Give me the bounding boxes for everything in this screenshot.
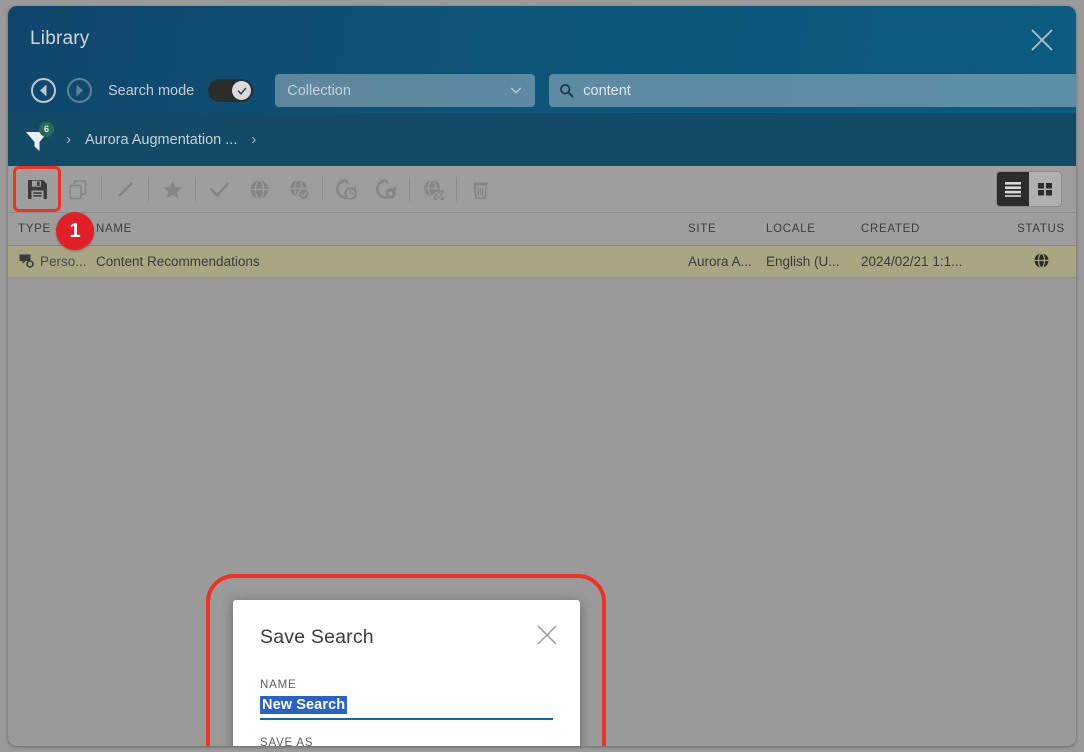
breadcrumb: 6 › Aurora Augmentation ... › xyxy=(8,113,1076,166)
name-input[interactable]: New Search xyxy=(260,696,553,720)
toolbar-divider xyxy=(148,177,149,201)
globe-published-icon xyxy=(1033,252,1050,272)
collection-select-value: Collection xyxy=(287,83,509,99)
toolbar-divider xyxy=(101,177,102,201)
search-mode-toggle[interactable] xyxy=(208,79,253,102)
collection-select[interactable]: Collection xyxy=(275,74,535,107)
table-row[interactable]: Perso... Content Recommendations Aurora … xyxy=(8,246,1076,278)
edit-toolbar-button[interactable] xyxy=(105,171,145,207)
personalization-item-icon xyxy=(18,252,34,271)
save-search-dialog: Save Search NAME New Search SAVE AS Sear… xyxy=(233,600,580,746)
arrow-right-circle-icon[interactable] xyxy=(66,77,93,104)
chevron-down-icon xyxy=(509,82,523,100)
action-toolbar xyxy=(8,166,1076,213)
copy-toolbar-button[interactable] xyxy=(58,171,98,207)
list-view-icon[interactable] xyxy=(997,172,1029,206)
row-type-cell: Perso... xyxy=(8,252,96,271)
search-field[interactable] xyxy=(549,74,1076,107)
favorite-toolbar-button[interactable] xyxy=(152,171,192,207)
column-header-locale: LOCALE xyxy=(766,223,861,235)
toolbar-divider xyxy=(195,177,196,201)
breadcrumb-item-site[interactable]: Aurora Augmentation ... xyxy=(85,132,237,148)
search-input[interactable] xyxy=(583,83,1076,99)
toolbar-divider xyxy=(456,177,457,201)
publish-approved-toolbar-button[interactable] xyxy=(279,171,319,207)
save-as-label: SAVE AS xyxy=(260,737,553,746)
toggle-knob xyxy=(232,81,251,100)
column-header-name: NAME xyxy=(96,223,688,235)
funnel-filter-icon[interactable]: 6 xyxy=(22,125,52,155)
view-toggle-group xyxy=(996,171,1062,207)
callout-step-badge-1: 1 xyxy=(56,212,94,250)
row-name-cell: Content Recommendations xyxy=(96,254,688,269)
delete-toolbar-button[interactable] xyxy=(460,171,500,207)
row-type-label: Perso... xyxy=(40,254,87,269)
close-window-button[interactable] xyxy=(1024,22,1060,58)
row-locale-cell: English (U... xyxy=(766,254,861,269)
toolbar-divider xyxy=(409,177,410,201)
toolbar-divider xyxy=(322,177,323,201)
column-header-created: CREATED xyxy=(861,223,1006,235)
schedule-unpublish-toolbar-button[interactable] xyxy=(366,171,406,207)
page-title: Library xyxy=(30,28,89,50)
approve-toolbar-button[interactable] xyxy=(199,171,239,207)
filter-count-badge: 6 xyxy=(39,122,54,137)
search-mode-label: Search mode xyxy=(108,83,194,99)
library-window: Library Search mode xyxy=(8,6,1076,746)
row-site-cell: Aurora A... xyxy=(688,254,766,269)
name-input-value: New Search xyxy=(260,696,347,714)
results-table: TYPE NAME SITE LOCALE CREATED STATUS Per… xyxy=(8,213,1076,278)
arrow-left-circle-icon[interactable] xyxy=(30,77,57,104)
schedule-publish-toolbar-button[interactable] xyxy=(326,171,366,207)
name-field-label: NAME xyxy=(260,679,553,691)
search-icon xyxy=(559,83,574,98)
window-header: Library Search mode xyxy=(8,6,1076,113)
dialog-title: Save Search xyxy=(260,626,553,649)
column-header-status: STATUS xyxy=(1006,223,1076,235)
dialog-close-button[interactable] xyxy=(534,622,560,648)
header-controls-row: Search mode Collection xyxy=(8,68,1076,113)
unpublish-toolbar-button[interactable] xyxy=(413,171,453,207)
breadcrumb-separator: › xyxy=(66,131,71,148)
row-status-cell xyxy=(1006,252,1076,272)
table-header-row: TYPE NAME SITE LOCALE CREATED STATUS xyxy=(8,213,1076,246)
grid-view-icon[interactable] xyxy=(1029,172,1061,206)
content-area: Save Search NAME New Search SAVE AS Sear… xyxy=(8,278,1076,746)
breadcrumb-separator-2: › xyxy=(251,131,256,148)
save-search-toolbar-button[interactable] xyxy=(16,169,58,209)
column-header-site: SITE xyxy=(688,223,766,235)
publish-toolbar-button[interactable] xyxy=(239,171,279,207)
row-created-cell: 2024/02/21 1:1... xyxy=(861,254,1006,269)
